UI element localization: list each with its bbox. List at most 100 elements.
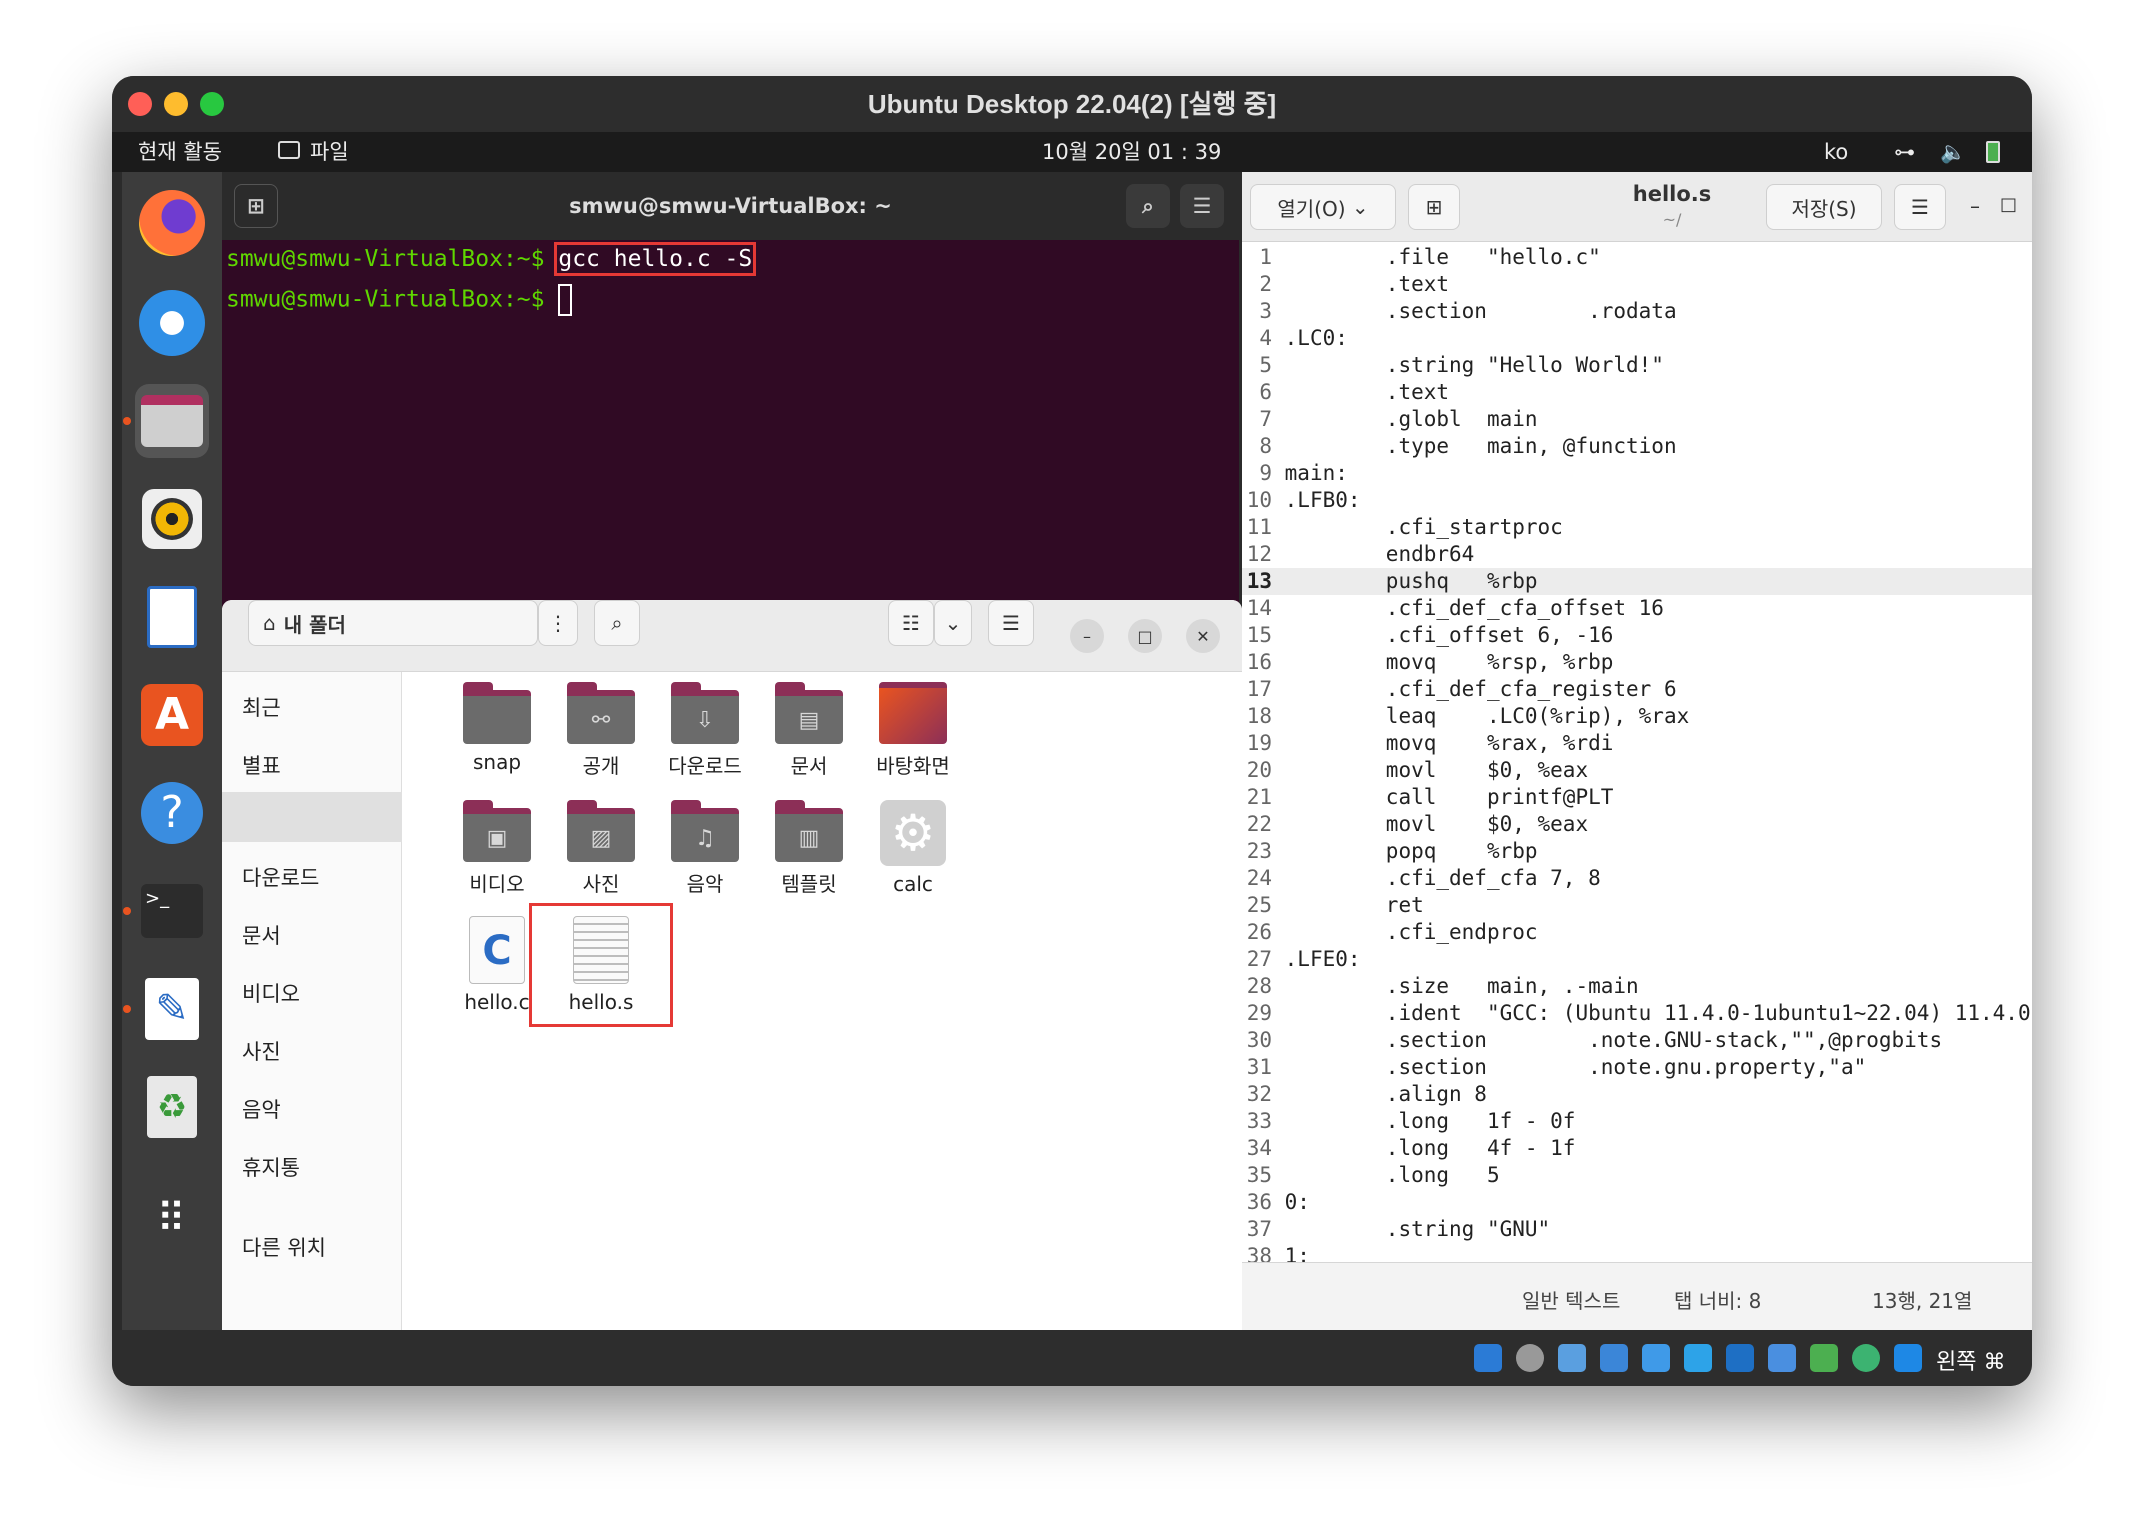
code-line[interactable]: 11 .cfi_startproc <box>1242 514 2032 541</box>
sidebar-item-other-locations[interactable]: 다른 위치 <box>242 1232 326 1262</box>
screen-icon[interactable] <box>1768 1344 1796 1372</box>
minimize-icon[interactable]: – <box>1970 194 1980 218</box>
cpu-icon[interactable] <box>1810 1344 1838 1372</box>
activities-button[interactable]: 현재 활동 <box>138 132 222 172</box>
new-document-button[interactable]: ⊞ <box>1408 184 1460 230</box>
sidebar-item-recent[interactable]: 최근 <box>242 692 281 722</box>
code-line[interactable]: 30 .section .note.GNU-stack,"",@progbits <box>1242 1027 2032 1054</box>
audio-icon[interactable] <box>1474 1344 1502 1372</box>
code-line[interactable]: 14 .cfi_def_cfa_offset 16 <box>1242 595 2032 622</box>
text-editor-icon[interactable]: ✎ <box>135 972 209 1046</box>
code-line[interactable]: 13 pushq %rbp <box>1242 568 2032 595</box>
rhythmbox-icon[interactable] <box>135 482 209 556</box>
sidebar-item-music[interactable]: 음악 <box>242 1094 281 1124</box>
cursor-position[interactable]: 13행, 21열 <box>1872 1285 1972 1314</box>
new-tab-icon[interactable]: ⊞ <box>234 184 278 228</box>
code-line[interactable]: 19 movq %rax, %rdi <box>1242 730 2032 757</box>
code-line[interactable]: 17 .cfi_def_cfa_register 6 <box>1242 676 2032 703</box>
show-apps-icon[interactable]: ⠿ <box>135 1182 209 1256</box>
network-adapter-icon[interactable] <box>1684 1344 1712 1372</box>
search-icon[interactable]: ⌕ <box>1126 184 1170 228</box>
code-line[interactable]: 31 .section .note.gnu.property,"a" <box>1242 1054 2032 1081</box>
close-button[interactable]: ✕ <box>1186 619 1220 653</box>
search-button[interactable]: ⌕ <box>594 600 640 646</box>
volume-icon[interactable]: 🔈 <box>1940 132 1966 172</box>
code-line[interactable]: 23 popq %rbp <box>1242 838 2032 865</box>
clock[interactable]: 10월 20일 01 : 39 <box>1042 132 1221 172</box>
input-language[interactable]: ko <box>1824 132 1848 172</box>
zoom-traffic-light[interactable] <box>200 92 224 116</box>
code-line[interactable]: 25 ret <box>1242 892 2032 919</box>
globe-icon[interactable] <box>1852 1344 1880 1372</box>
code-line[interactable]: 35 .long 5 <box>1242 1162 2032 1189</box>
files-icon[interactable] <box>135 384 209 458</box>
writer-icon[interactable] <box>135 580 209 654</box>
code-line[interactable]: 2 .text <box>1242 271 2032 298</box>
code-line[interactable]: 8 .type main, @function <box>1242 433 2032 460</box>
maximize-button[interactable]: □ <box>1128 619 1162 653</box>
sidebar-item-documents[interactable]: 문서 <box>242 920 281 950</box>
code-line[interactable]: 12 endbr64 <box>1242 541 2032 568</box>
file-item[interactable]: ⚙ calc <box>848 800 978 896</box>
code-line[interactable]: 32 .align 8 <box>1242 1081 2032 1108</box>
sidebar-item-pictures[interactable]: 사진 <box>242 1036 281 1066</box>
shared-folder-icon[interactable] <box>1600 1344 1628 1372</box>
code-line[interactable]: 26 .cfi_endproc <box>1242 919 2032 946</box>
files-app-menu[interactable]: 파일 <box>310 132 349 172</box>
code-line[interactable]: 33 .long 1f - 0f <box>1242 1108 2032 1135</box>
battery-icon[interactable] <box>1986 141 2000 163</box>
app-center-icon[interactable]: A <box>135 678 209 752</box>
maximize-icon[interactable]: □ <box>2000 194 2017 215</box>
save-button[interactable]: 저장(S) <box>1766 184 1882 230</box>
code-line[interactable]: 29 .ident "GCC: (Ubuntu 11.4.0-1ubuntu1~… <box>1242 1000 2032 1027</box>
location-menu-button[interactable]: ⋮ <box>538 600 578 646</box>
code-line[interactable]: 20 movl $0, %eax <box>1242 757 2032 784</box>
sidebar-item-videos[interactable]: 비디오 <box>242 978 300 1008</box>
main-menu-button[interactable]: ☰ <box>988 600 1034 646</box>
code-line[interactable]: 27 .LFE0: <box>1242 946 2032 973</box>
file-item[interactable]: 바탕화면 <box>848 682 978 779</box>
sidebar-item-downloads[interactable]: 다운로드 <box>242 862 319 892</box>
code-line[interactable]: 18 leaq .LC0(%rip), %rax <box>1242 703 2032 730</box>
open-button[interactable]: 열기(O) ⌄ <box>1250 184 1396 230</box>
code-line[interactable]: 22 movl $0, %eax <box>1242 811 2032 838</box>
syntax-selector[interactable]: 일반 텍스트 <box>1522 1285 1620 1314</box>
minimize-button[interactable]: – <box>1070 619 1104 653</box>
sidebar-item-home[interactable] <box>222 792 402 842</box>
sidebar-item-trash[interactable]: 휴지통 <box>242 1152 300 1182</box>
code-view[interactable]: 1 .file "hello.c" 2 .text 3 .section .roda… <box>1242 242 2032 1262</box>
terminal-icon[interactable]: >_ <box>135 874 209 948</box>
code-line[interactable]: 7 .globl main <box>1242 406 2032 433</box>
file-item[interactable]: hello.s <box>529 903 673 1027</box>
usb-icon[interactable] <box>1558 1344 1586 1372</box>
code-line[interactable]: 4 .LC0: <box>1242 325 2032 352</box>
list-view-button[interactable]: ☷ <box>888 600 934 646</box>
tab-width-selector[interactable]: 탭 너비: 8 <box>1674 1285 1761 1314</box>
help-icon[interactable]: ? <box>135 776 209 850</box>
close-traffic-light[interactable] <box>128 92 152 116</box>
editor-menu-button[interactable]: ☰ <box>1894 184 1946 230</box>
menu-icon[interactable]: ☰ <box>1180 184 1224 228</box>
code-line[interactable]: 21 call printf@PLT <box>1242 784 2032 811</box>
firefox-icon[interactable] <box>135 186 209 260</box>
code-line[interactable]: 28 .size main, .-main <box>1242 973 2032 1000</box>
sidebar-item-starred[interactable]: 별표 <box>242 750 281 780</box>
code-line[interactable]: 10 .LFB0: <box>1242 487 2032 514</box>
code-line[interactable]: 24 .cfi_def_cfa 7, 8 <box>1242 865 2032 892</box>
code-line[interactable]: 5 .string "Hello World!" <box>1242 352 2032 379</box>
trash-icon[interactable]: ♻ <box>135 1070 209 1144</box>
code-line[interactable]: 38 1: <box>1242 1243 2032 1262</box>
view-options-button[interactable]: ⌄ <box>934 600 972 646</box>
network-icon[interactable]: ⊶ <box>1894 132 1915 172</box>
recording-icon[interactable] <box>1726 1344 1754 1372</box>
optical-drive-icon[interactable] <box>1516 1344 1544 1372</box>
code-line[interactable]: 37 .string "GNU" <box>1242 1216 2032 1243</box>
code-line[interactable]: 16 movq %rsp, %rbp <box>1242 649 2032 676</box>
location-bar[interactable]: ⌂ 내 폴더 <box>248 600 538 646</box>
thunderbird-icon[interactable] <box>135 286 209 360</box>
code-line[interactable]: 6 .text <box>1242 379 2032 406</box>
code-line[interactable]: 15 .cfi_offset 6, -16 <box>1242 622 2032 649</box>
code-line[interactable]: 1 .file "hello.c" <box>1242 244 2032 271</box>
code-line[interactable]: 34 .long 4f - 1f <box>1242 1135 2032 1162</box>
display-icon[interactable] <box>1642 1344 1670 1372</box>
